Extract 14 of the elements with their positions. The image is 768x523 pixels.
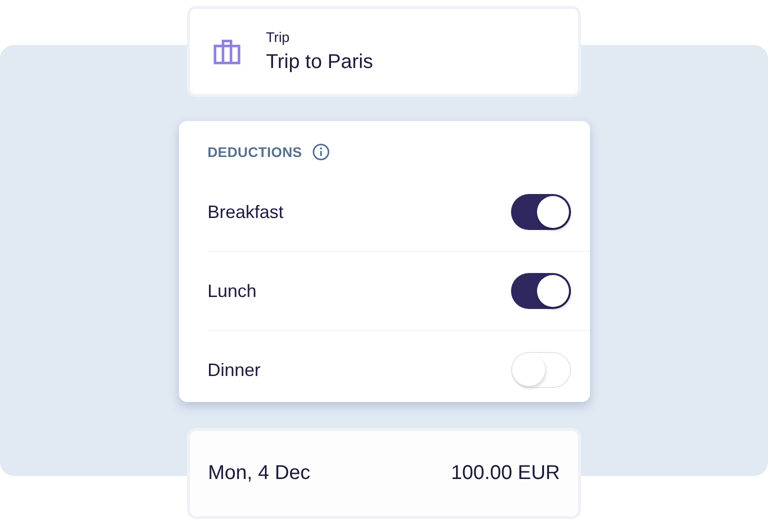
- toggle-switch[interactable]: [510, 194, 570, 230]
- info-icon[interactable]: [312, 143, 330, 161]
- deduction-label: Lunch: [208, 280, 257, 302]
- deduction-label: Breakfast: [208, 202, 284, 222]
- trip-name: Trip to Paris: [266, 51, 374, 74]
- trip-card[interactable]: Trip Trip to Paris: [187, 6, 581, 97]
- amount-text: 100.00 EUR: [451, 462, 560, 485]
- suitcase-icon: [213, 38, 241, 66]
- deduction-label: Dinner: [208, 360, 261, 380]
- date-text: Mon, 4 Dec: [208, 462, 310, 485]
- section-title: DEDUCTIONS: [208, 144, 302, 160]
- trip-label: Trip: [266, 29, 291, 45]
- toggle-switch[interactable]: [510, 273, 570, 309]
- toggle-switch[interactable]: [510, 352, 570, 388]
